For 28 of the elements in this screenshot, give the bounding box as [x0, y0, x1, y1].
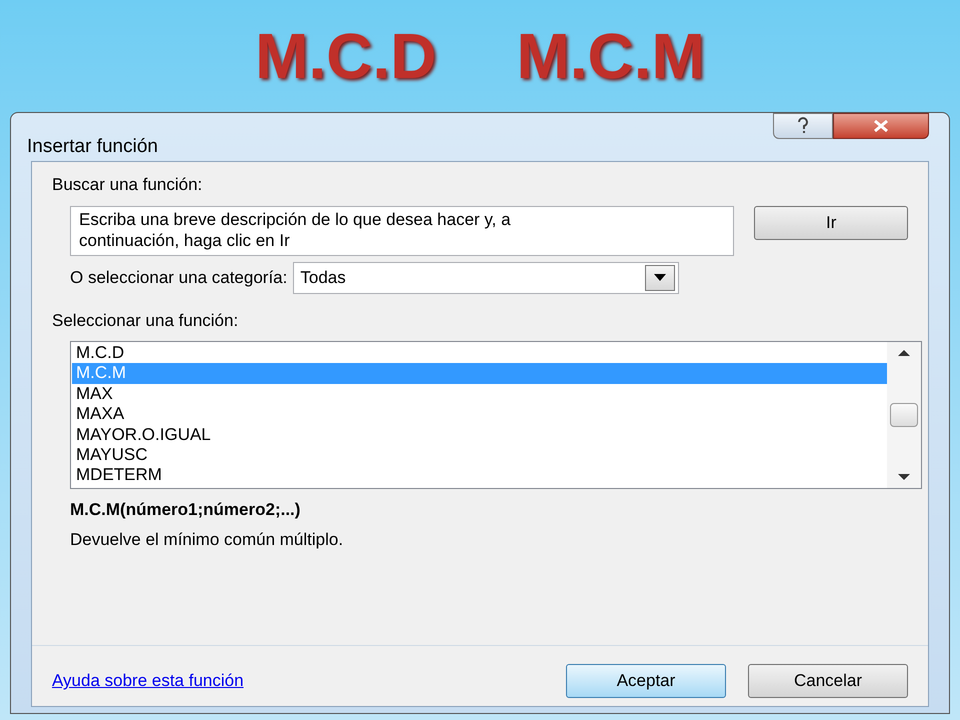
- help-button[interactable]: [773, 113, 833, 139]
- function-item[interactable]: MAYUSC: [72, 444, 887, 466]
- function-description: Devuelve el mínimo común múltiplo.: [70, 528, 344, 550]
- function-item[interactable]: MDETERM: [72, 465, 887, 486]
- slide-title: M.C.D: [255, 19, 436, 94]
- close-icon: [872, 119, 890, 133]
- help-icon: [796, 117, 810, 135]
- function-syntax: M.C.M(número1;número2;...): [70, 499, 302, 521]
- search-label: Buscar una función:: [52, 174, 204, 196]
- scroll-up-icon: [898, 350, 910, 356]
- function-item[interactable]: MAYOR.O.IGUAL: [72, 424, 887, 445]
- dialog-button[interactable]: Aceptar: [566, 664, 726, 698]
- function-list-label: Seleccionar una función:: [52, 310, 240, 332]
- function-item[interactable]: MAX: [72, 384, 887, 404]
- scrollbar[interactable]: [887, 342, 921, 488]
- dialog-button[interactable]: Cancelar: [748, 664, 908, 698]
- go-button[interactable]: Ir: [754, 206, 908, 240]
- function-item[interactable]: M.C.D: [72, 343, 887, 364]
- category-label: O seleccionar una categoría:: [70, 266, 288, 289]
- search-field[interactable]: Escriba una breve descripción de lo que desea hacer y, a continuación, haga clic en Ir: [70, 206, 734, 256]
- scroll-down-icon: [898, 474, 910, 480]
- slide-title: M.C.M: [516, 19, 705, 94]
- category-dropdown[interactable]: Todas: [293, 262, 680, 294]
- close-button[interactable]: [833, 113, 929, 139]
- function-item[interactable]: MAXA: [72, 404, 887, 425]
- scroll-thumb[interactable]: [890, 403, 918, 427]
- help-link[interactable]: Ayuda sobre esta función: [52, 668, 244, 694]
- window-title: Insertar función: [27, 135, 158, 159]
